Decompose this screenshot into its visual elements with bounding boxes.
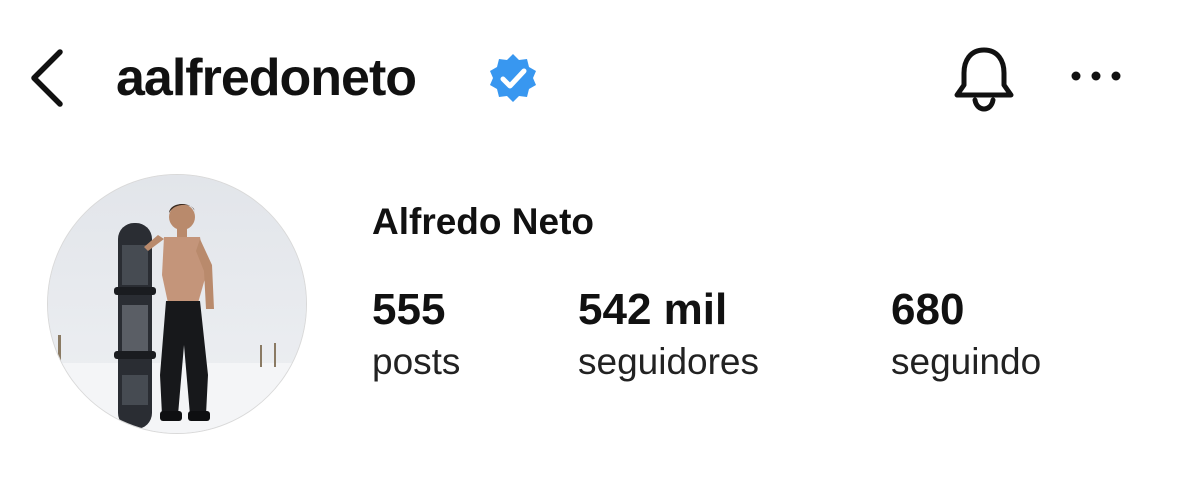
more-options-button[interactable] (1066, 56, 1126, 96)
following-count-value: 680 (891, 285, 965, 334)
bell-icon (954, 47, 1014, 112)
following-count-label: seguindo (891, 341, 1042, 382)
profile-page: aalfredoneto Alfredo Neto 555 posts 542 … (0, 0, 1179, 479)
following-count[interactable]: 680 seguindo (891, 282, 1041, 386)
followers-count-value: 542 mil (578, 285, 728, 334)
verified-badge-icon (487, 52, 539, 104)
back-button[interactable] (20, 44, 72, 112)
notifications-button[interactable] (948, 42, 1020, 114)
posts-count[interactable]: 555 posts (372, 282, 460, 386)
profile-display-name: Alfredo Neto (372, 201, 594, 242)
avatar-photo (48, 175, 306, 433)
posts-count-label: posts (372, 341, 461, 382)
followers-count[interactable]: 542 mil seguidores (578, 282, 759, 386)
posts-count-value: 555 (372, 285, 446, 334)
more-horizontal-icon (1071, 71, 1121, 81)
avatar[interactable] (48, 175, 306, 433)
chevron-left-icon (31, 49, 63, 107)
followers-count-label: seguidores (578, 341, 760, 382)
profile-username: aalfredoneto (116, 49, 417, 107)
